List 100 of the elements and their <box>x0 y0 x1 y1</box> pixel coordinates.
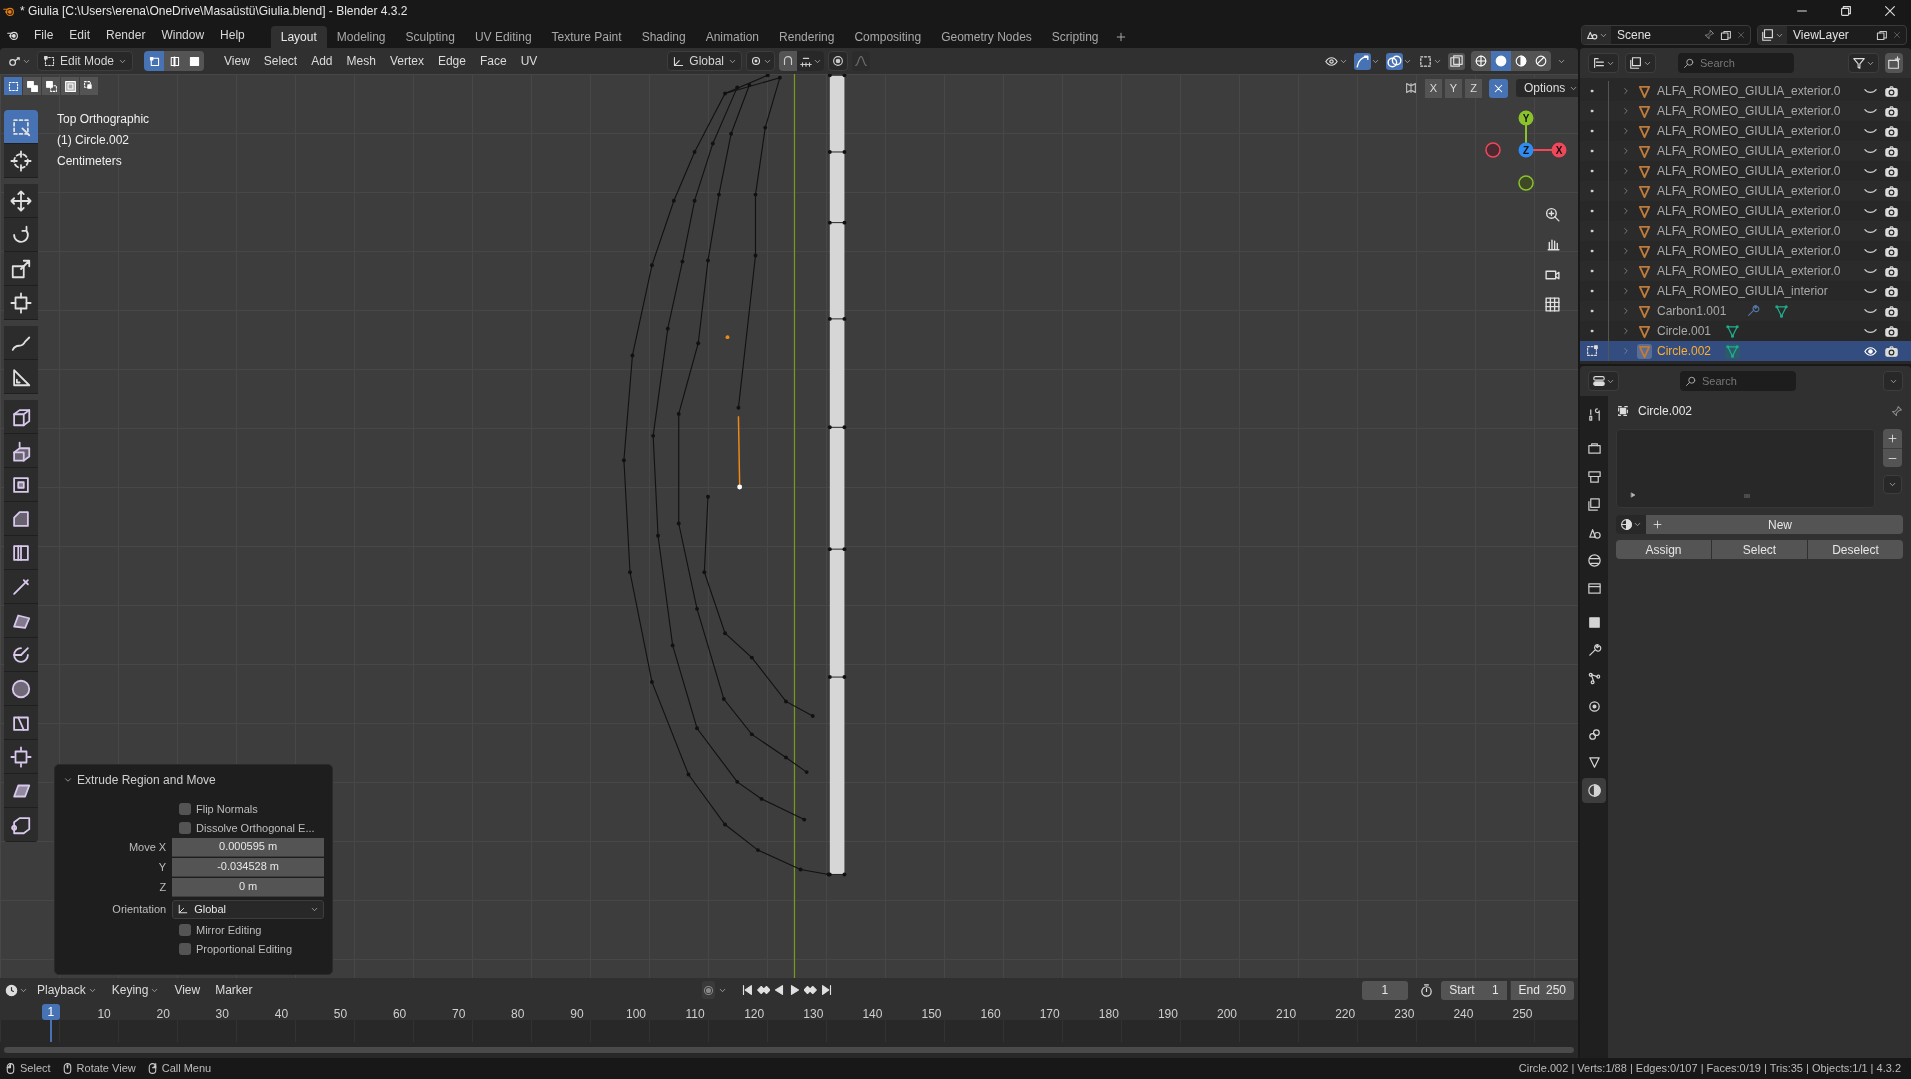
object-name: ALFA_ROMEO_GIULIA_exterior.0 <box>1657 103 1841 120</box>
mirror-axis-button[interactable]: Z <box>1465 78 1482 98</box>
axis-label: X <box>1555 145 1563 156</box>
field-label: Y <box>157 859 168 875</box>
object-name: ALFA_ROMEO_GIULIA_exterior.0 <box>1657 203 1841 220</box>
workspace-tab[interactable]: Scripting <box>1041 26 1109 48</box>
frame-number: 180 <box>1098 1006 1119 1023</box>
frame-number: 110 <box>685 1006 705 1023</box>
frame-number: 90 <box>570 1006 584 1023</box>
scene-selector[interactable]: Scene <box>1581 25 1751 45</box>
orientation-dropdown[interactable]: Global <box>172 899 324 919</box>
frame-number: 10 <box>97 1006 111 1023</box>
frame-number: 200 <box>1217 1006 1237 1023</box>
object-name: ALFA_ROMEO_GIULIA_interior <box>1657 283 1828 300</box>
frame-number: 240 <box>1453 1006 1474 1023</box>
frame-number: 30 <box>215 1006 229 1023</box>
transform-orientation-dropdown[interactable]: Global <box>667 51 742 71</box>
object-name: ALFA_ROMEO_GIULIA_exterior.0 <box>1657 223 1841 240</box>
mirror-axis-button[interactable]: Y <box>1445 78 1462 98</box>
frame-number: 40 <box>274 1006 289 1023</box>
menu-item[interactable]: View <box>168 981 207 999</box>
scene-statistics: Circle.002 | Verts:1/88 | Edges:0/107 | Faces:0/19 | Tris:35 | Objects:1/1 | 4.3.2 <box>1518 1061 1901 1077</box>
object-name: ALFA_ROMEO_GIULIA_exterior.0 <box>1657 163 1841 180</box>
frame-number: 70 <box>452 1006 466 1023</box>
workspace-tab[interactable]: UV Editing <box>464 26 542 48</box>
menu-item[interactable]: View <box>217 52 257 70</box>
menu-item[interactable]: Vertex <box>382 52 431 70</box>
start-frame-field[interactable]: Start 1 <box>1441 980 1507 1000</box>
axis-label: Z <box>1522 145 1530 156</box>
menu-item[interactable]: Render <box>98 26 154 44</box>
outliner-row[interactable]: Circle.002 <box>1580 341 1911 361</box>
frame-number: 100 <box>626 1006 646 1023</box>
workspace-tab[interactable]: Geometry Nodes <box>931 26 1042 48</box>
menu-item[interactable]: Help <box>212 26 253 44</box>
menu-item[interactable]: Edge <box>430 52 473 70</box>
menu-item[interactable]: Window <box>153 26 213 44</box>
checkbox-label: Mirror Editing <box>196 922 262 938</box>
frame-number: 250 <box>1512 1006 1533 1023</box>
menu-dropdown[interactable]: Playback <box>31 981 103 999</box>
object-name: ALFA_ROMEO_GIULIA_exterior.0 <box>1657 183 1841 200</box>
frame-number: 50 <box>333 1006 348 1023</box>
current-frame-field[interactable]: 1 <box>1361 980 1409 1000</box>
menu-item[interactable]: Face <box>472 52 514 70</box>
object-name: ALFA_ROMEO_GIULIA_exterior.0 <box>1657 123 1841 140</box>
frame-number: 150 <box>921 1006 942 1023</box>
object-name: ALFA_ROMEO_GIULIA_exterior.0 <box>1657 143 1841 160</box>
object-name: ALFA_ROMEO_GIULIA_exterior.0 <box>1657 243 1841 260</box>
menu-item[interactable]: Marker <box>209 981 259 999</box>
number-field[interactable]: 0 m <box>172 877 324 897</box>
menu-item[interactable]: UV <box>513 52 545 70</box>
workspace-tab[interactable]: Texture Paint <box>541 26 632 48</box>
search-field[interactable]: Search <box>1678 53 1794 73</box>
frame-number: 220 <box>1335 1006 1356 1023</box>
field-label: Orientation <box>111 901 168 917</box>
end-frame-field[interactable]: End 250 <box>1509 980 1574 1000</box>
workspace-tab[interactable]: Layout <box>270 26 327 48</box>
menu-item[interactable]: Add <box>304 52 340 70</box>
workspace-tab[interactable]: Rendering <box>769 26 845 48</box>
object-name: ALFA_ROMEO_GIULIA_exterior.0 <box>1657 83 1841 100</box>
workspace-tab[interactable]: Compositing <box>844 26 932 48</box>
workspace-tab[interactable]: Sculpting <box>395 26 465 48</box>
window-title: * Giulia [C:\Users\erena\OneDrive\Masaüstü\Giulia.blend] - Blender 4.3.2 <box>20 3 408 20</box>
checkbox-label: Flip Normals <box>196 801 258 817</box>
checkbox-label: Proportional Editing <box>196 941 292 957</box>
axis-label: Y <box>1522 113 1530 124</box>
mode-dropdown[interactable]: Edit Mode <box>37 51 134 71</box>
frame-number: 60 <box>392 1006 407 1023</box>
view-layer-selector[interactable]: ViewLayer <box>1757 25 1907 45</box>
menu-item[interactable]: Select <box>256 52 305 70</box>
search-field[interactable]: Search <box>1680 371 1796 391</box>
new-material-button[interactable]: New <box>1646 515 1903 534</box>
frame-number: 130 <box>803 1006 824 1023</box>
frame-number: 170 <box>1039 1006 1060 1023</box>
object-name: Circle.002 <box>1638 403 1693 420</box>
object-name: Carbon1.001 <box>1657 303 1727 320</box>
checkbox-label: Dissolve Orthogonal E... <box>196 820 315 836</box>
workspace-tab[interactable]: Modeling <box>326 26 396 48</box>
menu-item[interactable]: File <box>26 26 62 44</box>
material-action-button[interactable]: Assign <box>1616 540 1711 559</box>
number-field[interactable]: 0.000595 m <box>172 837 324 857</box>
menu-dropdown[interactable]: Keying <box>105 981 166 999</box>
viewport-info-text: Centimeters <box>57 153 123 170</box>
material-action-button[interactable]: Deselect <box>1808 540 1903 559</box>
panel-header[interactable]: Extrude Region and Move <box>63 771 324 789</box>
status-hint: Rotate View <box>76 1061 136 1077</box>
number-field[interactable]: -0.034528 m <box>172 857 324 877</box>
workspace-tab[interactable]: Animation <box>695 26 770 48</box>
menu-item[interactable]: Edit <box>61 26 99 44</box>
frame-number: 120 <box>744 1006 765 1023</box>
frame-number: 160 <box>980 1006 1001 1023</box>
menu-item[interactable]: Mesh <box>339 52 383 70</box>
viewport-info-text: Top Orthographic <box>57 111 150 128</box>
mirror-axis-button[interactable]: X <box>1425 78 1442 98</box>
options-dropdown[interactable]: Options <box>1515 78 1578 98</box>
workspace-tab[interactable]: Shading <box>631 26 696 48</box>
field-label: Move X <box>127 839 168 855</box>
material-action-button[interactable]: Select <box>1712 540 1807 559</box>
status-hint: Call Menu <box>161 1061 212 1077</box>
status-hint: Select <box>20 1061 51 1077</box>
frame-number: 140 <box>862 1006 883 1023</box>
